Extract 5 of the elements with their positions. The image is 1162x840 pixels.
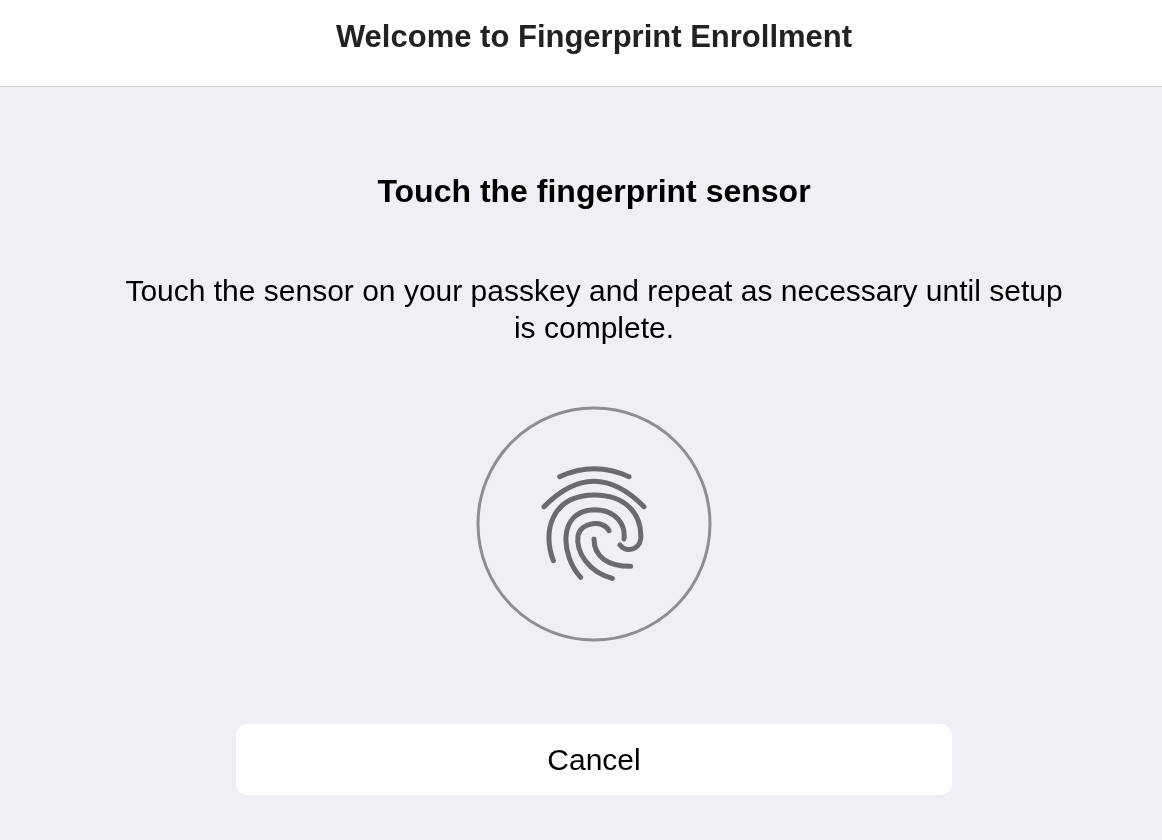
prompt-description: Touch the sensor on your passkey and repeat as necessary until setup is complete. <box>124 273 1064 346</box>
fingerprint-icon <box>476 406 712 642</box>
prompt-heading: Touch the fingerprint sensor <box>377 173 811 209</box>
cancel-button[interactable]: Cancel <box>236 724 952 795</box>
window-title: Welcome to Fingerprint Enrollment <box>335 19 853 55</box>
